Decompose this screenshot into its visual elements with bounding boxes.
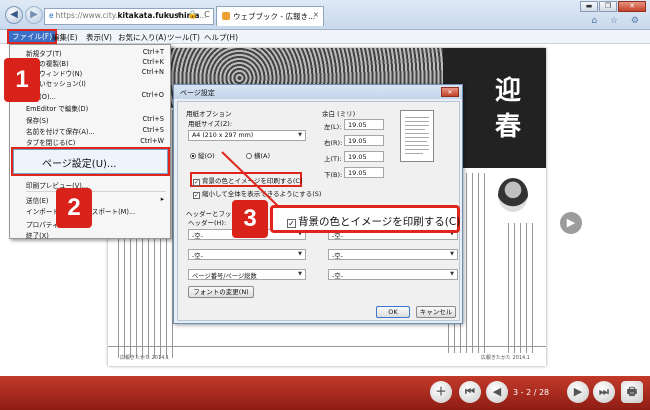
menu-item-emeditor[interactable]: EmEditor で編集(D) [26, 103, 168, 113]
change-font-button[interactable]: フォントの変更(N) [188, 286, 254, 298]
menu-item-close-tab[interactable]: タブを閉じる(C) Ctrl+W [26, 137, 168, 147]
chevron-down-icon: ▼ [450, 251, 454, 257]
margin-top-input[interactable]: 19.05 [344, 151, 384, 162]
menu-item-open[interactable]: 開く(O)... Ctrl+O [26, 91, 168, 101]
menu-item-duplicate-tab[interactable]: タブの複製(B) Ctrl+K [26, 58, 168, 68]
footer-left-select[interactable]: -空- ▼ [188, 249, 306, 260]
dialog-close-button[interactable]: ✕ [441, 87, 459, 97]
ie-icon: e [49, 11, 54, 20]
checkbox-print-bg[interactable]: ✓ [193, 179, 200, 186]
last-page-button[interactable]: ⏭ [593, 381, 615, 403]
menu-item-import-export[interactable]: インポートおよびエクスポート(M)... [26, 206, 168, 216]
menu-help[interactable]: ヘルプ(H) [204, 32, 238, 43]
menu-favorites[interactable]: お気に入り(A) [118, 32, 166, 43]
menu-item-exit[interactable]: 終了(X) [26, 230, 168, 240]
step-badge-3: 3 [232, 200, 268, 238]
zoom-in-button[interactable]: ＋ [430, 381, 452, 403]
step-badge-1: 1 [4, 58, 40, 102]
back-button[interactable]: ◀ [5, 6, 23, 24]
first-page-button[interactable]: ⏮ [459, 381, 481, 403]
step-badge-2: 2 [56, 188, 92, 228]
chevron-down-icon: ▼ [298, 271, 302, 277]
menu-item-print-preview[interactable]: 印刷プレビュー(V)... [26, 180, 168, 190]
footer-row3-right-select[interactable]: -空- ▼ [328, 269, 458, 280]
menu-item-new-session[interactable]: 新しいセッション(I) [26, 78, 168, 88]
page-footer: 広報きたかた 2014.1 広報きたかた 2014.1 [108, 346, 546, 366]
menu-edit[interactable]: 編集(E) [52, 32, 78, 43]
prev-page-button[interactable]: ◀ [486, 381, 508, 403]
footer-right-select[interactable]: -空- ▼ [328, 249, 458, 260]
mayor-photo [498, 178, 528, 212]
menu-view[interactable]: 表示(V) [86, 32, 112, 43]
paper-size-label: 用紙サイズ(Z): [188, 120, 233, 128]
chevron-down-icon: ▼ [450, 271, 454, 277]
back-icon: ◀ [10, 9, 18, 20]
menu-separator [26, 191, 166, 192]
menu-item-new-tab[interactable]: 新規タブ(T) Ctrl+T [26, 48, 168, 58]
forward-icon: ▶ [30, 9, 38, 20]
chevron-down-icon: ▼ [298, 251, 302, 257]
menu-bar: ファイル(F) 編集(E) 表示(V) お気に入り(A) ツール(T) ヘルプ(… [0, 29, 650, 44]
minimize-button[interactable]: ▬ [580, 1, 598, 12]
callout-checkbox: ✓ [287, 219, 296, 228]
page-setup-dialog: ページ設定 ✕ 用紙オプション 用紙サイズ(Z): A4 (210 x 297 … [173, 84, 463, 324]
margin-bottom-input[interactable]: 19.05 [344, 167, 384, 178]
callout-print-background: ✓ 背景の色とイメージを印刷する(C) [270, 205, 460, 233]
menu-item-new-window[interactable]: 新規ウィンドウ(N) Ctrl+N [26, 68, 168, 78]
cancel-button[interactable]: キャンセル [416, 306, 456, 318]
maximize-button[interactable]: ❐ [599, 1, 617, 12]
page-preview [400, 110, 434, 162]
margins-label: 余白 (ミリ) [322, 110, 356, 118]
margin-right-input[interactable]: 19.05 [344, 135, 384, 146]
menu-tools[interactable]: ツール(T) [167, 32, 200, 43]
menu-item-save[interactable]: 保存(S) Ctrl+S [26, 115, 168, 125]
print-button[interactable]: 🖶 [621, 381, 643, 403]
footer-page-number-select[interactable]: ページ番号/ページ総数 ▼ [188, 269, 306, 280]
tab-webbook[interactable]: ウェブブック - 広報き... × [216, 6, 324, 26]
address-tools-icon[interactable]: ⌕ ▾ 🔒 C [166, 10, 212, 20]
radio-portrait[interactable] [190, 153, 196, 159]
chevron-down-icon: ▼ [298, 132, 302, 138]
dialog-title: ページ設定 [174, 85, 462, 99]
title-char-1: 迎 [495, 76, 522, 106]
close-window-button[interactable]: ✕ [618, 1, 646, 12]
menu-item-save-as[interactable]: 名前を付けて保存(A)... Ctrl+S [26, 126, 168, 136]
home-favorites-settings-icon[interactable]: ⌂ ☆ ⚙ [591, 16, 644, 26]
title-char-2: 春 [495, 112, 522, 142]
checkbox-shrink[interactable]: ✓ [193, 192, 200, 199]
orientation-portrait[interactable]: 縦(O) [190, 150, 215, 160]
tab-close-icon[interactable]: × [313, 10, 319, 19]
page-indicator: 3 - 2 / 28 [513, 388, 550, 397]
forward-button[interactable]: ▶ [25, 6, 43, 24]
margin-left-input[interactable]: 19.05 [344, 119, 384, 130]
paper-options-label: 用紙オプション [186, 110, 232, 118]
menu-file[interactable]: ファイル(F) [6, 29, 58, 44]
webbook-toolbar: ＋ ⏮ ◀ 3 - 2 / 28 ▶ ⏭ 🖶 [0, 376, 650, 410]
menu-item-properties[interactable]: プロパティ(R) [26, 219, 168, 229]
header-label: ヘッダー(H): [188, 219, 227, 227]
next-page-button[interactable]: ▶ [567, 381, 589, 403]
favicon-icon [222, 12, 230, 20]
browser-titlebar: ◀ ▶ e https://www.city.kitakata.fukushima… [0, 0, 650, 30]
ok-button[interactable]: OK [376, 306, 410, 318]
next-page-side-arrow[interactable]: ▶ [560, 212, 582, 234]
paper-size-select[interactable]: A4 (210 x 297 mm) ▼ [188, 130, 306, 141]
menu-item-page-setup[interactable]: ページ設定(U)... [11, 147, 170, 176]
menu-item-send[interactable]: 送信(E) ▸ [26, 195, 168, 205]
text-columns-right2 [508, 223, 538, 353]
